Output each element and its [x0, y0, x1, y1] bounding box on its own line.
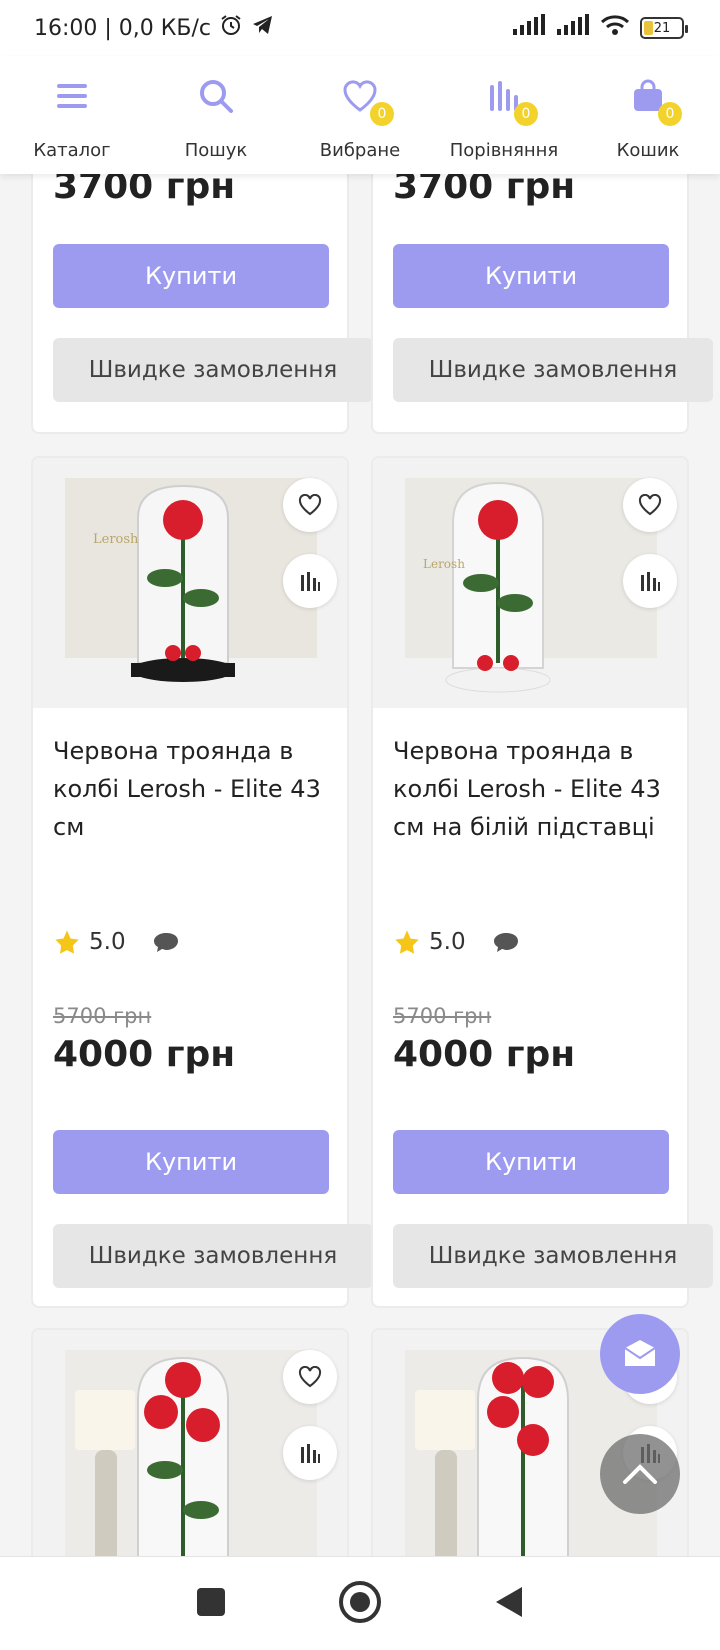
product-card: 3700 грн Купити Швидке замовлення [371, 174, 713, 434]
product-rating: 5.0 [393, 928, 520, 956]
feedback-button[interactable] [600, 1314, 680, 1394]
add-to-compare-button[interactable] [623, 554, 677, 608]
signal-icon [512, 14, 546, 42]
nav-label-cart: Кошик [616, 140, 680, 161]
nav-favorites[interactable]: 0 Вибране [288, 56, 432, 174]
status-bar: 16:00 | 0,0 КБ/с 21 [0, 0, 720, 56]
compare-icon [641, 572, 660, 591]
battery-level: 21 [653, 20, 671, 36]
comment-icon[interactable] [492, 930, 520, 954]
comment-icon[interactable] [152, 930, 180, 954]
compare-icon [301, 1444, 320, 1463]
product-title[interactable]: Червона троянда в колбі Lerosh - Elite 4… [53, 732, 333, 846]
nav-search[interactable]: Пошук [144, 56, 288, 174]
add-to-favorites-button[interactable] [283, 1350, 337, 1404]
search-icon [194, 74, 238, 118]
add-to-favorites-button[interactable] [623, 478, 677, 532]
bag-icon: 0 [626, 74, 682, 126]
quick-order-button[interactable]: Швидке замовлення [53, 338, 373, 402]
home-circle-icon [339, 1580, 381, 1623]
compare-badge: 0 [514, 102, 538, 126]
back-triangle-icon [496, 1586, 522, 1617]
compare-icon [301, 572, 320, 591]
compare-icon: 0 [482, 74, 538, 126]
heart-icon: 0 [338, 74, 394, 126]
buy-button[interactable]: Купити [393, 244, 669, 308]
nav-label-catalog: Каталог [33, 140, 111, 161]
nav-label-favorites: Вибране [319, 140, 401, 161]
nav-label-compare: Порівняння [449, 140, 559, 161]
nav-label-search: Пошук [184, 140, 248, 161]
recent-apps-button[interactable] [194, 1585, 228, 1623]
svg-text:Lerosh: Lerosh [423, 557, 465, 571]
heart-icon [298, 1366, 322, 1388]
rating-value: 5.0 [89, 929, 126, 955]
svg-text:Lerosh: Lerosh [93, 532, 139, 547]
wifi-icon [600, 14, 630, 42]
status-time: 16:00 | 0,0 КБ/с [34, 15, 211, 41]
product-price: 4000 грн [53, 1034, 236, 1075]
buy-button[interactable]: Купити [393, 1130, 669, 1194]
scroll-to-top-button[interactable] [600, 1434, 680, 1514]
product-card [31, 1328, 349, 1556]
product-title[interactable]: Червона троянда в колбі Lerosh - Elite 4… [393, 732, 673, 846]
quick-order-button[interactable]: Швидке замовлення [393, 338, 713, 402]
heart-icon [298, 494, 322, 516]
alarm-icon [219, 13, 243, 43]
product-card: Lerosh Червона троянда в колбі Lerosh - … [371, 456, 713, 1308]
battery-icon: 21 [640, 17, 688, 39]
star-icon [55, 930, 79, 954]
back-button[interactable] [492, 1584, 526, 1624]
product-old-price: 5700 грн [393, 1004, 492, 1028]
buy-button[interactable]: Купити [53, 244, 329, 308]
product-card: Lerosh Червона троянда в колбі Lerosh - … [31, 456, 373, 1308]
star-icon [395, 930, 419, 954]
add-to-compare-button[interactable] [283, 554, 337, 608]
chevron-up-icon [623, 1464, 657, 1484]
favorites-badge: 0 [370, 102, 394, 126]
nav-catalog[interactable]: Каталог [0, 56, 144, 174]
rating-value: 5.0 [429, 929, 466, 955]
system-navigation-bar [0, 1556, 720, 1650]
cart-badge: 0 [658, 102, 682, 126]
buy-button[interactable]: Купити [53, 1130, 329, 1194]
add-to-compare-button[interactable] [283, 1426, 337, 1480]
product-old-price: 5700 грн [53, 1004, 152, 1028]
quick-order-button[interactable]: Швидке замовлення [53, 1224, 373, 1288]
home-button[interactable] [338, 1580, 382, 1628]
add-to-favorites-button[interactable] [283, 478, 337, 532]
mail-icon [624, 1340, 656, 1366]
product-rating: 5.0 [53, 928, 180, 956]
top-navigation: Каталог Пошук 0 Вибране 0 Порівняння 0 К… [0, 56, 720, 174]
nav-cart[interactable]: 0 Кошик [576, 56, 720, 174]
telegram-icon [251, 13, 275, 43]
heart-icon [638, 494, 662, 516]
square-icon [197, 1587, 225, 1616]
quick-order-button[interactable]: Швидке замовлення [393, 1224, 713, 1288]
signal-icon-2 [556, 14, 590, 42]
menu-icon [50, 74, 94, 118]
product-price: 3700 грн [53, 174, 236, 207]
product-price: 4000 грн [393, 1034, 576, 1075]
product-price: 3700 грн [393, 174, 576, 207]
nav-compare[interactable]: 0 Порівняння [432, 56, 576, 174]
product-card: 3700 грн Купити Швидке замовлення [31, 174, 373, 434]
